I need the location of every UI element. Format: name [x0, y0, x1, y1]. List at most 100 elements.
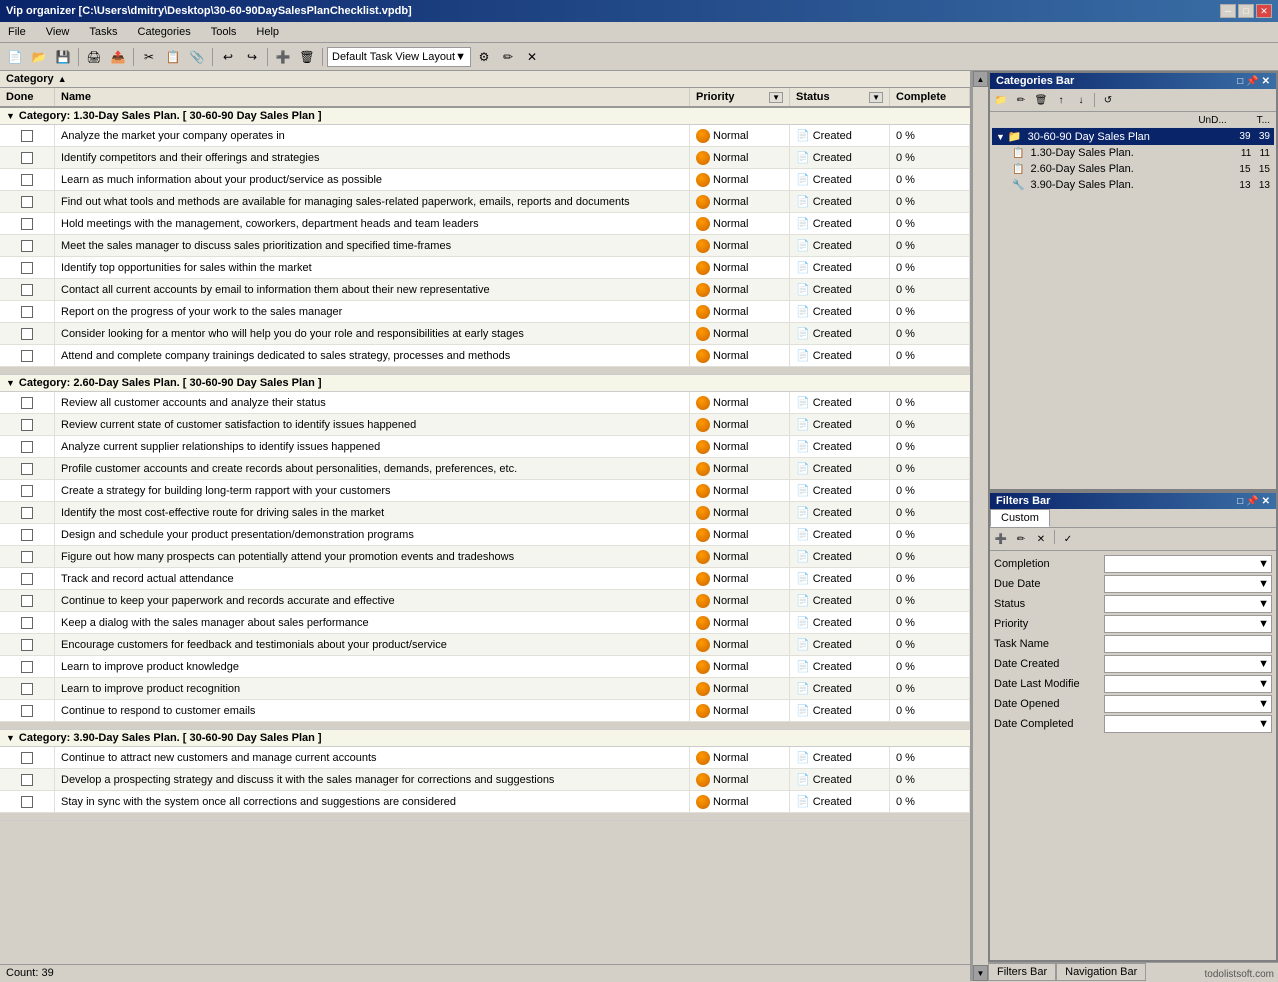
- cat-tree-item[interactable]: 🔧 3.90-Day Sales Plan. 13 13: [992, 177, 1274, 193]
- task-checkbox[interactable]: [21, 262, 33, 274]
- task-checkbox[interactable]: [21, 507, 33, 519]
- filter-dropdown[interactable]: ▼: [1104, 715, 1272, 733]
- menu-tools[interactable]: Tools: [207, 24, 241, 40]
- cat-delete-button[interactable]: 🗑: [1032, 91, 1050, 109]
- task-checkbox[interactable]: [21, 441, 33, 453]
- right-tab-navigation[interactable]: Navigation Bar: [1056, 963, 1146, 981]
- menu-categories[interactable]: Categories: [134, 24, 195, 40]
- filter-dropdown[interactable]: ▼: [1104, 695, 1272, 713]
- cat-edit-button[interactable]: ✏: [1012, 91, 1030, 109]
- task-checkbox[interactable]: [21, 419, 33, 431]
- menu-help[interactable]: Help: [252, 24, 283, 40]
- task-checkbox[interactable]: [21, 529, 33, 541]
- export-button[interactable]: 📤: [107, 46, 129, 68]
- col-header-complete[interactable]: Complete: [890, 88, 970, 106]
- layout-dropdown[interactable]: Default Task View Layout ▼: [327, 47, 471, 67]
- task-checkbox[interactable]: [21, 705, 33, 717]
- task-checkbox[interactable]: [21, 284, 33, 296]
- cat-bar-close-icon[interactable]: ✕: [1262, 76, 1270, 87]
- save-button[interactable]: 💾: [52, 46, 74, 68]
- dropdown-arrow-icon[interactable]: ▼: [1258, 678, 1269, 690]
- filter-dropdown[interactable]: ▼: [1104, 595, 1272, 613]
- task-checkbox[interactable]: [21, 328, 33, 340]
- cat-bar-pin-icon[interactable]: 📌: [1246, 76, 1258, 87]
- new-button[interactable]: 📄: [4, 46, 26, 68]
- task-checkbox[interactable]: [21, 752, 33, 764]
- task-checkbox[interactable]: [21, 639, 33, 651]
- task-checkbox[interactable]: [21, 240, 33, 252]
- window-controls[interactable]: ─ □ ✕: [1220, 4, 1272, 18]
- expand-icon[interactable]: ▼: [6, 378, 15, 388]
- cat-refresh-button[interactable]: ↺: [1099, 91, 1117, 109]
- right-tab-filters[interactable]: Filters Bar: [988, 963, 1056, 981]
- apply-layout-button[interactable]: ⚙: [473, 46, 495, 68]
- settings-button[interactable]: ✏: [497, 46, 519, 68]
- priority-filter-icon[interactable]: ▼: [769, 92, 783, 103]
- task-checkbox[interactable]: [21, 463, 33, 475]
- cat-move-up-button[interactable]: ↑: [1052, 91, 1070, 109]
- open-button[interactable]: 📂: [28, 46, 50, 68]
- filter-dropdown[interactable]: ▼: [1104, 675, 1272, 693]
- task-checkbox[interactable]: [21, 397, 33, 409]
- filter-bar-pin-icon[interactable]: 📌: [1246, 496, 1258, 507]
- filter-apply-button[interactable]: ✓: [1059, 530, 1077, 548]
- delete-layout-button[interactable]: ✕: [521, 46, 543, 68]
- menu-file[interactable]: File: [4, 24, 30, 40]
- expand-icon[interactable]: ▼: [6, 733, 15, 743]
- dropdown-arrow-icon[interactable]: ▼: [1258, 718, 1269, 730]
- task-checkbox[interactable]: [21, 485, 33, 497]
- cat-expand-icon[interactable]: ▼: [996, 132, 1005, 142]
- task-checkbox[interactable]: [21, 573, 33, 585]
- delete-button[interactable]: 🗑: [296, 46, 318, 68]
- dropdown-arrow-icon[interactable]: ▼: [1258, 698, 1269, 710]
- cat-tree-item[interactable]: ▼ 📁 30-60-90 Day Sales Plan 39 39: [992, 128, 1274, 145]
- filter-dropdown[interactable]: ▼: [1104, 615, 1272, 633]
- cat-tree-item[interactable]: 📋 2.60-Day Sales Plan. 15 15: [992, 161, 1274, 177]
- filter-bar-restore-icon[interactable]: □: [1237, 496, 1243, 507]
- dropdown-arrow-icon[interactable]: ▼: [1258, 598, 1269, 610]
- task-checkbox[interactable]: [21, 617, 33, 629]
- task-checkbox[interactable]: [21, 152, 33, 164]
- filter-delete-button[interactable]: ✕: [1032, 530, 1050, 548]
- task-checkbox[interactable]: [21, 218, 33, 230]
- minimize-button[interactable]: ─: [1220, 4, 1236, 18]
- task-checkbox[interactable]: [21, 196, 33, 208]
- menu-tasks[interactable]: Tasks: [85, 24, 121, 40]
- filter-text-input[interactable]: [1104, 635, 1272, 653]
- status-filter-icon[interactable]: ▼: [869, 92, 883, 103]
- add-task-button[interactable]: ➕: [272, 46, 294, 68]
- dropdown-arrow-icon[interactable]: ▼: [1258, 658, 1269, 670]
- menu-view[interactable]: View: [42, 24, 74, 40]
- col-header-priority[interactable]: Priority ▼: [690, 88, 790, 106]
- task-checkbox[interactable]: [21, 774, 33, 786]
- filter-tab-custom[interactable]: Custom: [990, 509, 1050, 527]
- task-checkbox[interactable]: [21, 350, 33, 362]
- filter-bar-close-icon[interactable]: ✕: [1262, 496, 1270, 507]
- dropdown-arrow-icon[interactable]: ▼: [1258, 578, 1269, 590]
- task-list[interactable]: ▼ Category: 1.30-Day Sales Plan. [ 30-60…: [0, 108, 970, 964]
- copy-button[interactable]: 📋: [162, 46, 184, 68]
- expand-icon[interactable]: ▼: [6, 111, 15, 121]
- filter-add-button[interactable]: ➕: [992, 530, 1010, 548]
- filter-dropdown[interactable]: ▼: [1104, 655, 1272, 673]
- col-header-name[interactable]: Name: [55, 88, 690, 106]
- categories-bar-controls[interactable]: □ 📌 ✕: [1237, 76, 1270, 87]
- vertical-scrollbar[interactable]: ▲ ▼: [972, 71, 988, 981]
- filters-bar-controls[interactable]: □ 📌 ✕: [1237, 496, 1270, 507]
- cat-move-down-button[interactable]: ↓: [1072, 91, 1090, 109]
- task-checkbox[interactable]: [21, 551, 33, 563]
- cat-add-button[interactable]: 📁: [992, 91, 1010, 109]
- print-button[interactable]: 🖨: [83, 46, 105, 68]
- task-checkbox[interactable]: [21, 661, 33, 673]
- filter-edit-button[interactable]: ✏: [1012, 530, 1030, 548]
- cut-button[interactable]: ✂: [138, 46, 160, 68]
- cat-bar-restore-icon[interactable]: □: [1237, 76, 1243, 87]
- task-checkbox[interactable]: [21, 306, 33, 318]
- task-checkbox[interactable]: [21, 595, 33, 607]
- cat-tree-item[interactable]: 📋 1.30-Day Sales Plan. 11 11: [992, 145, 1274, 161]
- filter-dropdown[interactable]: ▼: [1104, 575, 1272, 593]
- col-header-status[interactable]: Status ▼: [790, 88, 890, 106]
- paste-button[interactable]: 📎: [186, 46, 208, 68]
- task-checkbox[interactable]: [21, 130, 33, 142]
- col-header-done[interactable]: Done: [0, 88, 55, 106]
